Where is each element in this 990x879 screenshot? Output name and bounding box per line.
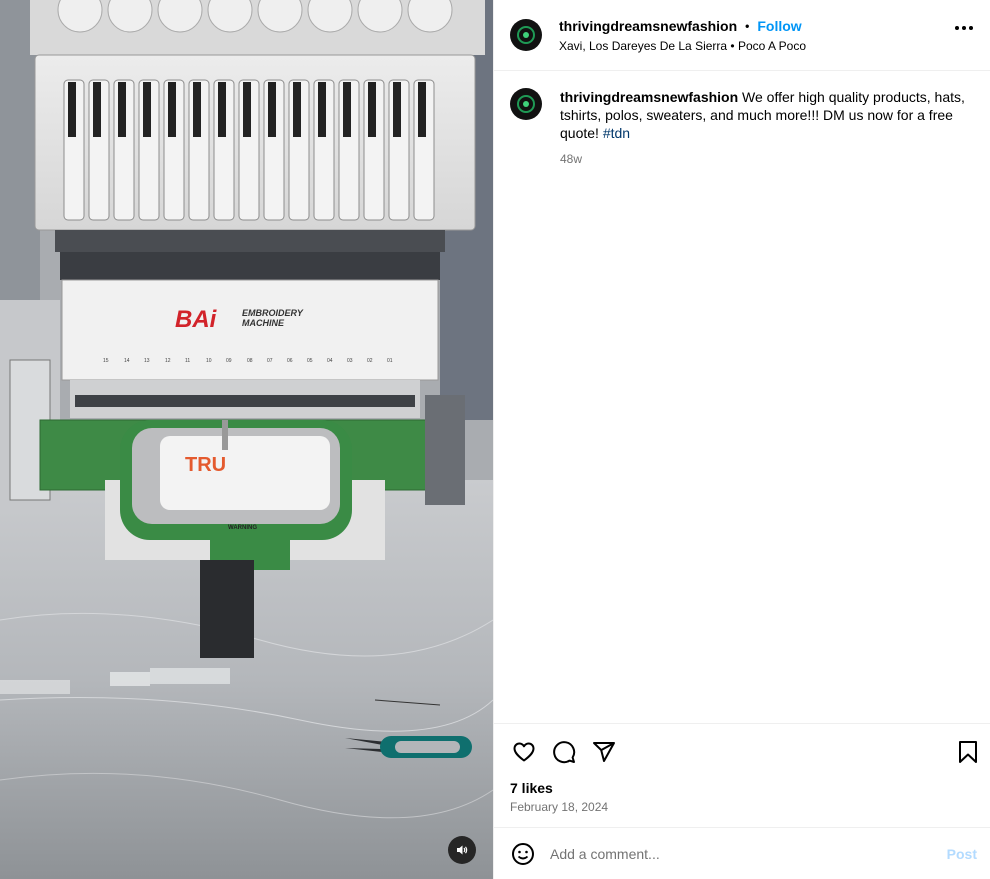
svg-text:10: 10 [206,358,212,364]
caption-avatar[interactable] [510,88,542,120]
hashtag-link[interactable]: #tdn [603,125,630,141]
audio-track-link[interactable]: Xavi, Los Dareyes De La Sierra • Poco A … [559,39,806,53]
header-text: thrivingdreamsnewfashion • Follow Xavi, … [559,18,806,53]
post-actions: 7 likes February 18, 2024 [494,723,990,814]
separator-dot: • [745,18,750,33]
svg-text:EMBROIDERY: EMBROIDERY [242,308,304,318]
emoji-button[interactable] [510,841,536,867]
share-button[interactable] [590,738,618,766]
like-button[interactable] [510,738,538,766]
svg-text:01: 01 [387,358,393,364]
svg-text:07: 07 [267,358,273,364]
brand-logo: BAi [175,306,218,333]
svg-text:08: 08 [247,358,253,364]
caption-timestamp[interactable]: 48w [560,150,965,168]
follow-button[interactable]: Follow [757,18,801,34]
emoji-icon [512,842,534,865]
save-button[interactable] [954,738,982,766]
svg-text:MACHINE: MACHINE [242,318,285,328]
comment-input[interactable] [550,845,930,862]
svg-text:11: 11 [185,358,190,364]
post-side-panel: thrivingdreamsnewfashion • Follow Xavi, … [493,0,990,879]
svg-text:WARNING: WARNING [228,525,257,531]
post-header: thrivingdreamsnewfashion • Follow Xavi, … [494,0,990,71]
share-icon [593,742,615,762]
avatar[interactable] [510,19,542,51]
svg-text:04: 04 [327,358,333,364]
more-options-icon[interactable] [955,26,973,30]
post-caption: thrivingdreamsnewfashion We offer high q… [510,88,980,168]
svg-text:13: 13 [144,358,150,364]
comment-bar: Post [494,827,990,879]
svg-text:02: 02 [367,358,373,364]
svg-text:09: 09 [226,358,232,364]
bookmark-icon [959,741,977,763]
svg-text:03: 03 [347,358,353,364]
svg-text:05: 05 [307,358,313,364]
needle-numbers: 15 14 13 12 11 10 09 08 07 06 05 04 03 02 01 [103,358,393,364]
speaker-icon [457,845,468,855]
post-comment-button[interactable]: Post [947,846,977,862]
svg-text:06: 06 [287,358,293,364]
embroidery-machine-photo: BAi EMBROIDERY MACHINE 15 14 13 12 11 10 09 0… [0,0,493,879]
svg-text:15: 15 [103,358,109,364]
likes-count[interactable]: 7 likes [510,780,553,796]
comment-icon [553,741,576,764]
heart-icon [513,742,535,762]
svg-text:12: 12 [165,358,171,364]
username-link[interactable]: thrivingdreamsnewfashion [559,18,737,34]
post-date[interactable]: February 18, 2024 [510,800,608,814]
embroidery-text: TRU [185,454,226,476]
svg-text:14: 14 [124,358,130,364]
comment-button[interactable] [550,738,578,766]
post-media[interactable]: BAi EMBROIDERY MACHINE 15 14 13 12 11 10 09 0… [0,0,493,879]
audio-toggle-button[interactable] [448,836,476,864]
caption-username[interactable]: thrivingdreamsnewfashion [560,89,738,105]
